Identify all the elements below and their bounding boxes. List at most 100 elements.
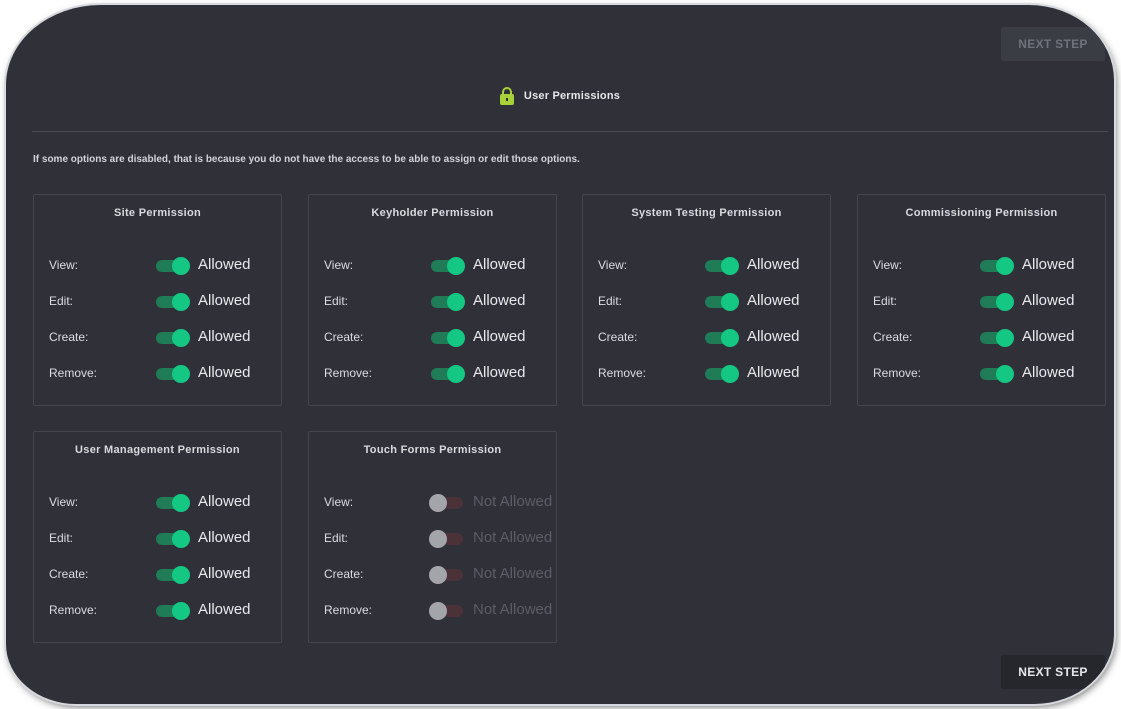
permission-row-create: Create: Allowed	[34, 327, 281, 349]
card-title: Touch Forms Permission	[363, 444, 502, 456]
row-label: Remove:	[49, 603, 98, 617]
permissions-notice: If some options are disabled, that is be…	[33, 154, 580, 165]
row-status: Allowed	[473, 256, 526, 273]
row-label: Create:	[324, 567, 364, 581]
page-header: User Permissions	[6, 85, 1114, 107]
toggle-switch[interactable]	[429, 602, 465, 620]
card-system-testing-permission: System Testing Permission View: Allowed …	[582, 194, 831, 406]
toggle-switch[interactable]	[978, 257, 1014, 275]
toggle-switch[interactable]	[154, 602, 190, 620]
row-status: Not Allowed	[473, 601, 553, 618]
toggle-switch[interactable]	[429, 329, 465, 347]
card-user-management-permission: User Management Permission View: Allowed…	[33, 431, 282, 643]
row-status: Allowed	[1022, 364, 1075, 381]
row-label: Edit:	[49, 531, 74, 545]
row-label: Edit:	[49, 294, 74, 308]
card-keyholder-permission: Keyholder Permission View: Allowed Edit:…	[308, 194, 557, 406]
lock-icon	[499, 87, 514, 105]
permission-row-remove: Remove: Not Allowed	[309, 600, 556, 622]
card-commissioning-permission: Commissioning Permission View: Allowed E…	[857, 194, 1106, 406]
card-title: Commissioning Permission	[905, 207, 1058, 219]
permission-row-edit: Edit: Not Allowed	[309, 528, 556, 550]
toggle-switch[interactable]	[978, 293, 1014, 311]
permission-row-edit: Edit: Allowed	[34, 291, 281, 313]
row-status: Allowed	[473, 364, 526, 381]
toggle-switch[interactable]	[429, 530, 465, 548]
permission-row-edit: Edit: Allowed	[858, 291, 1105, 313]
permission-row-create: Create: Allowed	[34, 564, 281, 586]
row-label: View:	[598, 258, 628, 272]
toggle-switch[interactable]	[154, 329, 190, 347]
row-status: Allowed	[1022, 328, 1075, 345]
row-status: Allowed	[1022, 292, 1075, 309]
row-label: Create:	[49, 567, 89, 581]
row-label: View:	[49, 258, 79, 272]
permission-row-remove: Remove: Allowed	[583, 363, 830, 385]
toggle-switch[interactable]	[154, 365, 190, 383]
row-label: Create:	[598, 330, 638, 344]
toggle-switch[interactable]	[154, 494, 190, 512]
row-label: Remove:	[324, 366, 373, 380]
row-status: Allowed	[198, 328, 251, 345]
permission-row-edit: Edit: Allowed	[583, 291, 830, 313]
card-title: Keyholder Permission	[371, 207, 494, 219]
toggle-switch[interactable]	[703, 365, 739, 383]
permission-row-view: View: Allowed	[583, 255, 830, 277]
row-label: View:	[49, 495, 79, 509]
row-status: Allowed	[198, 364, 251, 381]
permission-row-view: View: Allowed	[34, 492, 281, 514]
row-status: Allowed	[198, 493, 251, 510]
permission-row-edit: Edit: Allowed	[34, 528, 281, 550]
row-status: Allowed	[198, 601, 251, 618]
row-label: Edit:	[873, 294, 898, 308]
page-title: User Permissions	[523, 90, 621, 102]
next-step-button-top[interactable]: NEXT STEP	[1001, 27, 1105, 61]
toggle-switch[interactable]	[154, 257, 190, 275]
permission-row-create: Create: Not Allowed	[309, 564, 556, 586]
next-step-button-bottom[interactable]: NEXT STEP	[1001, 655, 1105, 689]
toggle-switch[interactable]	[429, 494, 465, 512]
permission-row-edit: Edit: Allowed	[309, 291, 556, 313]
toggle-switch[interactable]	[429, 365, 465, 383]
permission-row-view: View: Allowed	[858, 255, 1105, 277]
row-label: Edit:	[598, 294, 623, 308]
toggle-switch[interactable]	[978, 365, 1014, 383]
permission-row-remove: Remove: Allowed	[309, 363, 556, 385]
row-label: Edit:	[324, 294, 349, 308]
permission-row-remove: Remove: Allowed	[34, 600, 281, 622]
row-status: Allowed	[473, 292, 526, 309]
row-label: Remove:	[873, 366, 922, 380]
row-label: View:	[324, 495, 354, 509]
toggle-switch[interactable]	[429, 566, 465, 584]
row-status: Allowed	[198, 292, 251, 309]
permission-row-create: Create: Allowed	[583, 327, 830, 349]
row-status: Allowed	[747, 328, 800, 345]
card-touch-forms-permission: Touch Forms Permission View: Not Allowed…	[308, 431, 557, 643]
row-status: Allowed	[1022, 256, 1075, 273]
permission-row-view: View: Not Allowed	[309, 492, 556, 514]
permissions-panel: NEXT STEP User Permissions If some optio…	[6, 5, 1114, 704]
row-status: Allowed	[198, 565, 251, 582]
permission-row-view: View: Allowed	[34, 255, 281, 277]
toggle-switch[interactable]	[154, 293, 190, 311]
row-status: Allowed	[198, 529, 251, 546]
toggle-switch[interactable]	[429, 293, 465, 311]
toggle-switch[interactable]	[703, 293, 739, 311]
toggle-switch[interactable]	[703, 329, 739, 347]
row-status: Not Allowed	[473, 493, 553, 510]
row-label: View:	[873, 258, 903, 272]
toggle-switch[interactable]	[703, 257, 739, 275]
row-label: Remove:	[49, 366, 98, 380]
toggle-switch[interactable]	[154, 530, 190, 548]
row-status: Not Allowed	[473, 529, 553, 546]
row-status: Not Allowed	[473, 565, 553, 582]
toggle-switch[interactable]	[154, 566, 190, 584]
permission-row-remove: Remove: Allowed	[858, 363, 1105, 385]
row-status: Allowed	[473, 328, 526, 345]
toggle-switch[interactable]	[429, 257, 465, 275]
row-label: Edit:	[324, 531, 349, 545]
toggle-switch[interactable]	[978, 329, 1014, 347]
divider	[32, 131, 1108, 132]
row-label: Create:	[49, 330, 89, 344]
permission-row-create: Create: Allowed	[309, 327, 556, 349]
